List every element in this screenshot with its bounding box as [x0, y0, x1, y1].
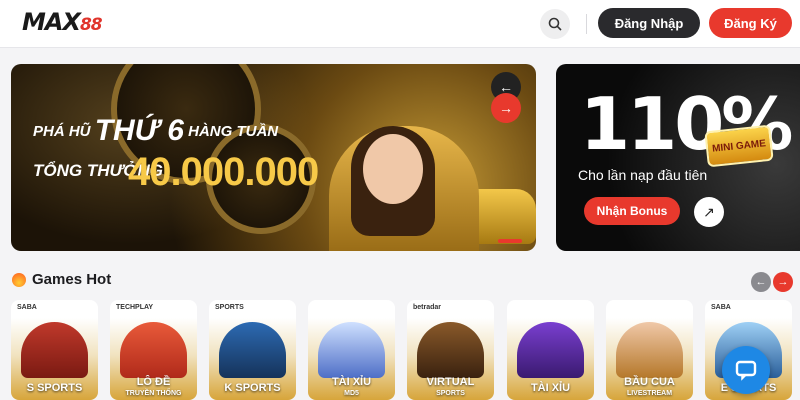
game-art	[517, 322, 584, 378]
banner-pagination-dot[interactable]	[498, 239, 522, 243]
arrow-up-right-icon: ↗	[703, 203, 715, 220]
mini-game-badge: MINI GAME	[704, 124, 774, 168]
game-art	[21, 322, 88, 378]
game-card[interactable]: BẦU CUA LIVESTREAM	[606, 300, 693, 400]
game-provider: SABA	[711, 304, 731, 311]
game-title: BẦU CUA	[624, 376, 675, 388]
game-art	[417, 322, 484, 378]
search-icon	[548, 17, 562, 31]
register-button[interactable]: Đăng Ký	[709, 8, 792, 38]
side-banner-open-button[interactable]: ↗	[694, 197, 724, 227]
game-card[interactable]: TECHPLAY LÔ ĐỀ TRUYỀN THỐNG	[110, 300, 197, 400]
site-logo[interactable]: MAX88	[22, 8, 103, 36]
game-title: TÀI XỈU	[530, 382, 571, 394]
game-provider: SPORTS	[215, 304, 244, 311]
game-title: TÀI XỈU	[331, 376, 372, 388]
game-provider: SABA	[17, 304, 37, 311]
games-next-button[interactable]: →	[773, 272, 793, 292]
arrow-right-icon: →	[499, 100, 513, 116]
game-subtitle: TRUYỀN THỐNG	[125, 390, 182, 397]
banner-next-button[interactable]: →	[491, 93, 521, 123]
fire-icon	[12, 272, 26, 287]
game-art	[616, 322, 683, 378]
game-card[interactable]: betradar VIRTUAL SPORTS	[407, 300, 494, 400]
games-hot-header: Games Hot	[12, 271, 111, 288]
get-bonus-button[interactable]: Nhận Bonus	[584, 197, 680, 225]
game-subtitle: SPORTS	[436, 390, 465, 397]
promo-line1-a: PHÁ HŨ	[33, 123, 91, 140]
game-card[interactable]: SABA S SPORTS	[11, 300, 98, 400]
search-button[interactable]	[540, 9, 570, 39]
promo-line1-big: THỨ 6	[94, 114, 184, 147]
game-card[interactable]: TÀI XỈU MD5	[308, 300, 395, 400]
game-art	[318, 322, 385, 378]
arrow-right-icon: →	[777, 276, 789, 288]
game-card[interactable]: TÀI XỈU	[507, 300, 594, 400]
game-provider: betradar	[413, 304, 442, 311]
live-chat-button[interactable]	[722, 346, 770, 394]
game-title: K SPORTS	[224, 382, 281, 394]
game-art	[219, 322, 286, 378]
main-promo-banner[interactable]: PHÁ HŨ THỨ 6 HÀNG TUẦN TỔNG THƯỞNG 40.00…	[11, 64, 536, 251]
top-header: MAX88 Đăng Nhập Đăng Ký	[0, 0, 800, 48]
logo-main-text: MAX	[22, 8, 81, 36]
model-face	[363, 134, 423, 204]
game-subtitle: MD5	[344, 390, 359, 397]
game-subtitle: LIVESTREAM	[626, 390, 673, 397]
games-prev-button[interactable]: ←	[751, 272, 771, 292]
promo-line1-b: HÀNG TUẦN	[188, 123, 279, 140]
games-hot-title: Games Hot	[32, 271, 112, 288]
game-title: VIRTUAL	[426, 376, 475, 388]
login-button[interactable]: Đăng Nhập	[598, 8, 700, 38]
game-title: LÔ ĐỀ	[136, 376, 171, 388]
arrow-left-icon: ←	[755, 276, 767, 288]
game-provider: TECHPLAY	[116, 304, 154, 311]
promo-amount: 40.000.000	[128, 150, 319, 194]
logo-accent-text: 88	[79, 15, 103, 35]
promo-headline: PHÁ HŨ THỨ 6 HÀNG TUẦN	[33, 110, 279, 147]
game-art	[120, 322, 187, 378]
side-promo-banner[interactable]: 110% Cho lần nạp đầu tiên MINI GAME Nhận…	[556, 64, 800, 251]
game-card[interactable]: SPORTS K SPORTS	[209, 300, 296, 400]
bonus-text: Cho lần nạp đầu tiên	[578, 167, 708, 183]
chat-bubble-icon	[735, 360, 757, 381]
game-title: S SPORTS	[26, 382, 83, 394]
header-divider	[586, 14, 587, 34]
